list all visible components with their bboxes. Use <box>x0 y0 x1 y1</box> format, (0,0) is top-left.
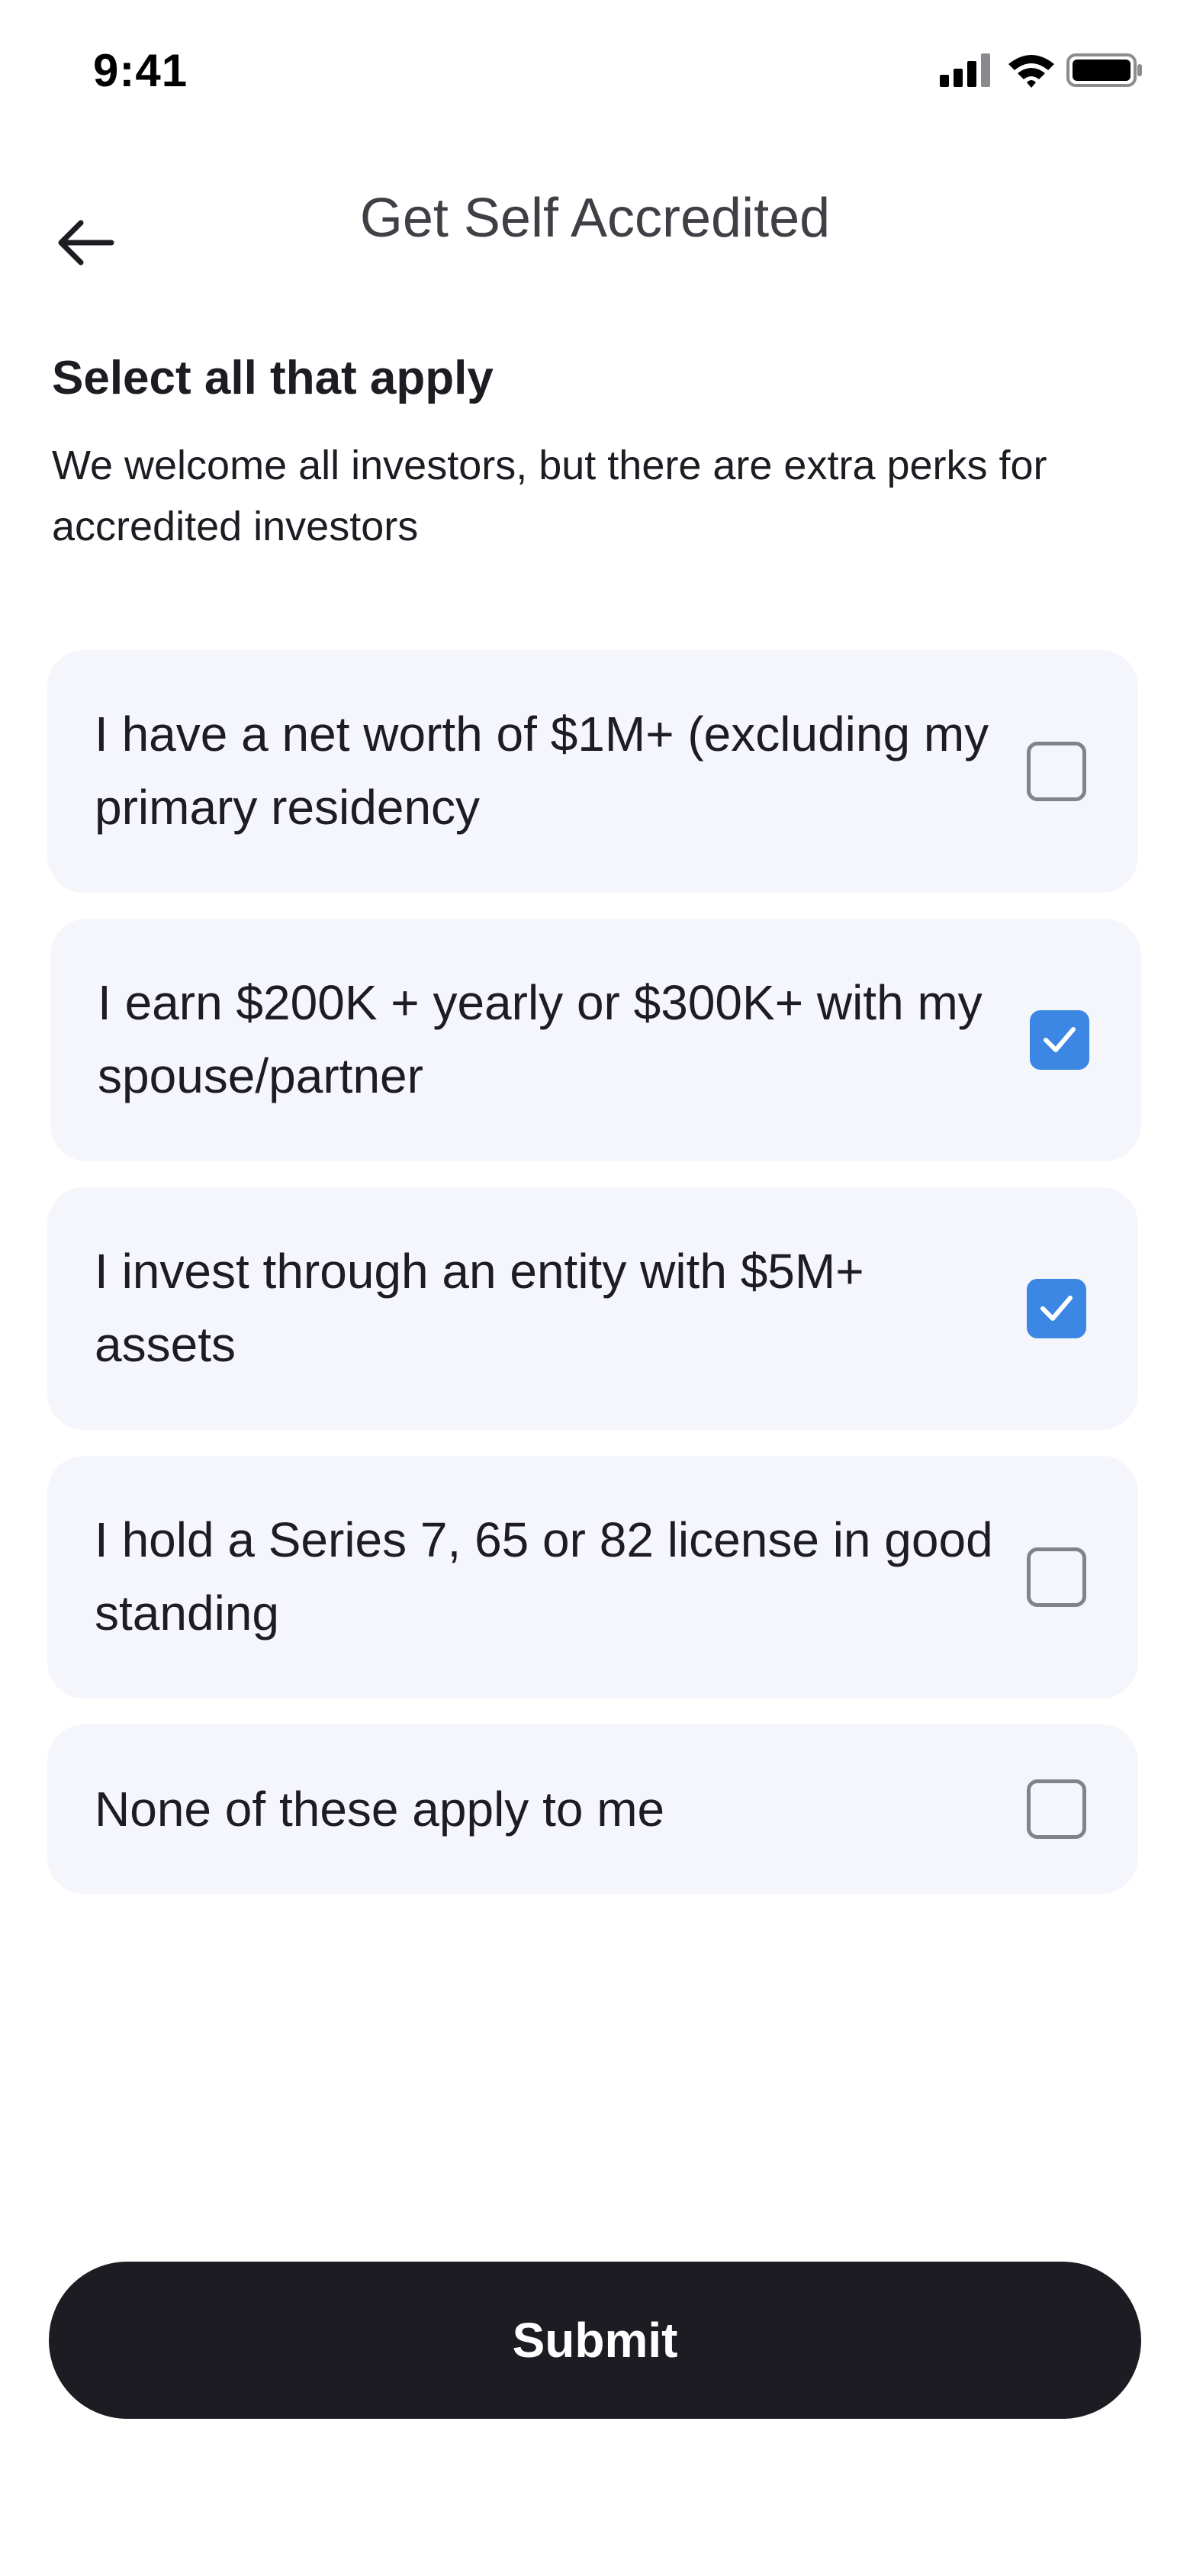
checkmark-icon <box>1040 1296 1073 1321</box>
checkbox-none[interactable] <box>1027 1779 1086 1839</box>
submit-button[interactable]: Submit <box>49 2262 1141 2419</box>
submit-label: Submit <box>512 2313 678 2368</box>
checkbox-net-worth[interactable] <box>1027 742 1086 801</box>
option-income[interactable]: I earn $200K + yearly or $300K+ with my … <box>50 919 1141 1161</box>
status-time: 9:41 <box>93 45 188 96</box>
checkmark-icon <box>1044 1027 1076 1052</box>
checkbox-license[interactable] <box>1027 1547 1086 1607</box>
option-label: None of these apply to me <box>95 1782 665 1837</box>
section-description: We welcome all investors, but there are … <box>52 443 1047 549</box>
section-heading: Select all that apply <box>52 352 494 404</box>
option-label: I invest through an entity with $5M+ ass… <box>95 1244 864 1372</box>
option-entity[interactable]: I invest through an entity with $5M+ ass… <box>47 1187 1138 1430</box>
screen: 9:41 Get Self Accredited Select all that… <box>0 0 1190 2576</box>
option-label: I hold a Series 7, 65 or 82 license in g… <box>95 1512 993 1641</box>
page-title: Get Self Accredited <box>359 188 831 249</box>
status-icons <box>940 52 1142 89</box>
arrow-left-icon <box>58 220 114 266</box>
battery-icon <box>1066 53 1142 87</box>
signal-icon <box>940 53 990 87</box>
option-license[interactable]: I hold a Series 7, 65 or 82 license in g… <box>47 1456 1138 1699</box>
checkbox-entity[interactable] <box>1027 1279 1086 1338</box>
option-net-worth[interactable]: I have a net worth of $1M+ (excluding my… <box>47 650 1138 893</box>
option-label: I earn $200K + yearly or $300K+ with my … <box>98 975 983 1103</box>
checkbox-income[interactable] <box>1030 1010 1089 1070</box>
option-label: I have a net worth of $1M+ (excluding my… <box>95 707 989 835</box>
back-button[interactable] <box>53 200 137 284</box>
option-none[interactable]: None of these apply to me <box>47 1724 1138 1894</box>
status-bar: 9:41 <box>0 0 1190 137</box>
wifi-icon <box>1008 55 1054 88</box>
